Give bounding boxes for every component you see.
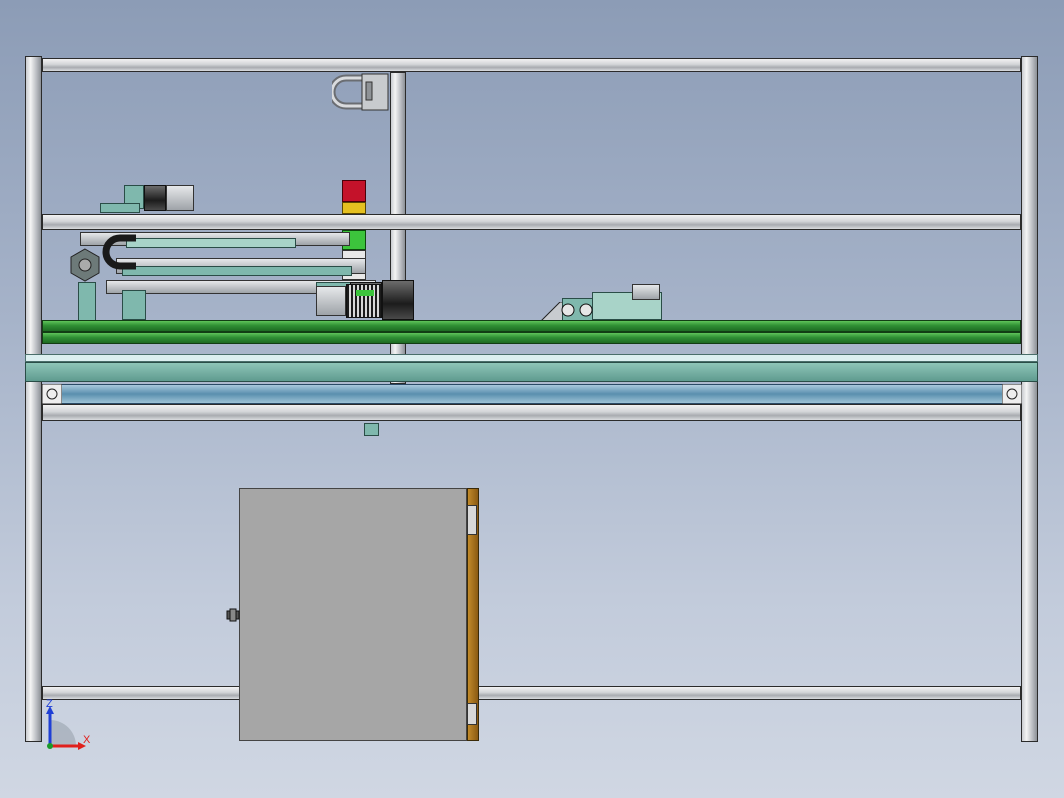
top-rail [42,58,1021,72]
coordinate-triad-icon: Z X [40,698,100,756]
cabinet-hinge-lower [467,703,477,725]
cad-viewport[interactable]: Z X [0,0,1064,798]
right-frame-post [1021,56,1038,742]
lower-middle-rail [42,404,1021,421]
cabinet-hinge-upper [467,505,477,535]
triad-x-label: X [83,734,91,746]
left-frame-post [25,56,42,742]
electrical-cabinet-door[interactable] [239,488,467,741]
bottom-rail [42,686,1021,700]
triad-z-label: Z [46,698,53,710]
upper-middle-rail [42,214,1021,230]
guide-rail-end-left [41,383,63,405]
sensor-bracket [364,423,379,436]
upper-motor-assembly [100,183,195,215]
work-table-top [25,354,1038,362]
cabinet-lock-knob[interactable] [226,608,240,622]
conveyor-belt-lower [42,332,1021,344]
guide-rail-end-right [1001,383,1023,405]
work-table-beam [25,362,1038,382]
conveyor-belt-upper [42,320,1021,332]
lifting-handle [328,72,390,112]
center-drive-motor [316,278,416,322]
guide-rail [42,384,1021,404]
